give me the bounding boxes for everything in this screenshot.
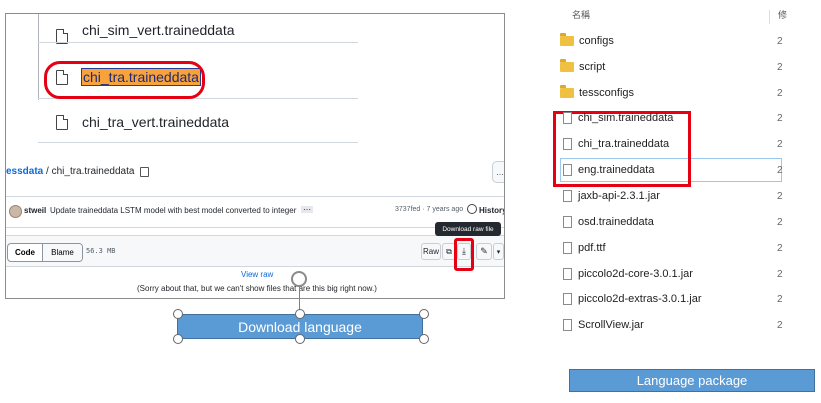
explorer-item-modified: 2 (777, 164, 783, 176)
file-icon (563, 242, 572, 254)
explorer-item-label: jaxb-api-2.3.1.jar (578, 190, 660, 202)
file-icon (56, 114, 68, 130)
column-header-modified[interactable]: 修 (778, 8, 787, 21)
explorer-item-label: ScrollView.jar (578, 319, 644, 331)
too-big-message: (Sorry about that, but we can't show fil… (137, 284, 377, 293)
history-icon (467, 204, 477, 214)
file-name: chi_tra_vert.traineddata (82, 114, 230, 130)
explorer-item-label: eng.traineddata (578, 164, 655, 176)
explorer-item-label: configs (579, 35, 614, 47)
file-icon (563, 190, 572, 202)
tab-blame[interactable]: Blame (43, 244, 82, 261)
resize-handle[interactable] (173, 309, 183, 319)
explorer-item-label: chi_sim.traineddata (578, 112, 674, 124)
explorer-item-modified: 2 (777, 138, 783, 150)
rotate-handle-icon[interactable] (291, 271, 307, 287)
explorer-item-chi-sim-traineddata[interactable]: chi_sim.traineddata 2 (560, 105, 820, 131)
explorer-item-modified: 2 (777, 61, 783, 73)
callout-language-package[interactable]: Language package (569, 369, 815, 392)
explorer-item-modified: 2 (777, 242, 783, 254)
resize-handle[interactable] (295, 334, 305, 344)
tab-code[interactable]: Code (8, 244, 43, 261)
folder-icon (560, 85, 574, 98)
explorer-item-label: chi_tra.traineddata (578, 138, 670, 150)
highlight-ellipse (44, 61, 205, 99)
explorer-item-modified: 2 (777, 112, 783, 124)
explorer-item-piccolo2d-extras-3-0-1-jar[interactable]: piccolo2d-extras-3.0.1.jar 2 (560, 286, 820, 312)
commit-message[interactable]: Update traineddata LSTM model with best … (50, 206, 296, 215)
resize-handle[interactable] (419, 309, 429, 319)
explorer-item-modified: 2 (777, 216, 783, 228)
explorer-item-label: piccolo2d-core-3.0.1.jar (578, 268, 693, 280)
explorer-item-pdf-ttf[interactable]: pdf.ttf 2 (560, 235, 820, 261)
commit-hash-age: 3737fed · 7 years ago (395, 206, 464, 213)
callout-label: Download language (238, 318, 362, 335)
list-item[interactable]: chi_sim_vert.traineddata (46, 16, 366, 56)
folder-icon (560, 33, 574, 46)
column-header-name[interactable]: 名稱 (572, 8, 590, 21)
column-divider (769, 10, 770, 24)
file-icon (563, 293, 572, 305)
edit-dropdown-button[interactable]: ▾ (493, 243, 504, 260)
file-icon (563, 268, 572, 280)
download-highlight (454, 238, 474, 271)
resize-handle[interactable] (295, 309, 305, 319)
resize-handle[interactable] (419, 334, 429, 344)
file-icon (563, 319, 572, 331)
explorer-item-label: piccolo2d-extras-3.0.1.jar (578, 293, 702, 305)
github-file-screenshot: chi_sim_vert.traineddata chi_tra.trained… (5, 13, 505, 299)
file-icon (563, 138, 572, 150)
explorer-item-modified: 2 (777, 190, 783, 202)
explorer-item-osd-traineddata[interactable]: osd.traineddata 2 (560, 209, 820, 235)
download-tooltip: Download raw file (435, 222, 501, 236)
explorer-item-modified: 2 (777, 35, 783, 47)
copy-icon[interactable] (140, 166, 150, 177)
explorer-item-chi-tra-traineddata[interactable]: chi_tra.traineddata 2 (560, 131, 820, 157)
commit-author[interactable]: stweil (24, 206, 46, 215)
explorer-item-label: script (579, 61, 606, 73)
folder-icon (560, 59, 574, 72)
breadcrumb-parent[interactable]: essdata (6, 166, 43, 177)
explorer-item-script[interactable]: script 2 (560, 54, 820, 80)
explorer-item-scrollview-jar[interactable]: ScrollView.jar 2 (560, 312, 820, 338)
edit-button[interactable]: ✎ (476, 243, 492, 260)
file-icon (563, 112, 572, 124)
explorer-item-eng-traineddata[interactable]: eng.traineddata 2 (560, 157, 820, 183)
breadcrumb: essdata / chi_tra.traineddata (6, 166, 150, 177)
explorer-item-modified: 2 (777, 293, 783, 305)
breadcrumb-file: chi_tra.traineddata (51, 166, 135, 177)
file-size: 56.3 MB (86, 247, 116, 255)
explorer-item-label: pdf.ttf (578, 242, 606, 254)
explorer-item-modified: 2 (777, 319, 783, 331)
view-toggle: Code Blame (7, 243, 83, 262)
explorer-item-label: tessconfigs (579, 87, 635, 99)
more-options-button[interactable]: … (492, 161, 504, 183)
explorer-item-label: osd.traineddata (578, 216, 654, 228)
explorer-item-modified: 2 (777, 268, 783, 280)
view-raw-link[interactable]: View raw (241, 270, 273, 279)
list-item[interactable]: chi_tra_vert.traineddata (46, 102, 366, 142)
raw-button[interactable]: Raw (421, 243, 441, 260)
explorer-item-piccolo2d-core-3-0-1-jar[interactable]: piccolo2d-core-3.0.1.jar 2 (560, 261, 820, 287)
history-link[interactable]: History (479, 206, 504, 215)
explorer-item-tessconfigs[interactable]: tessconfigs 2 (560, 80, 820, 106)
file-icon (563, 164, 572, 176)
tooltip-text: Download raw file (442, 225, 494, 233)
avatar[interactable] (9, 205, 22, 218)
breadcrumb-separator: / (43, 166, 52, 177)
file-name: chi_sim_vert.traineddata (82, 22, 235, 38)
explorer-item-jaxb-api-2-3-1-jar[interactable]: jaxb-api-2.3.1.jar 2 (560, 183, 820, 209)
callout-label: Language package (636, 373, 748, 388)
ellipsis-icon[interactable]: ··· (301, 206, 313, 214)
file-icon (563, 216, 572, 228)
resize-handle[interactable] (173, 334, 183, 344)
explorer-item-configs[interactable]: configs 2 (560, 28, 820, 54)
explorer-item-modified: 2 (777, 87, 783, 99)
